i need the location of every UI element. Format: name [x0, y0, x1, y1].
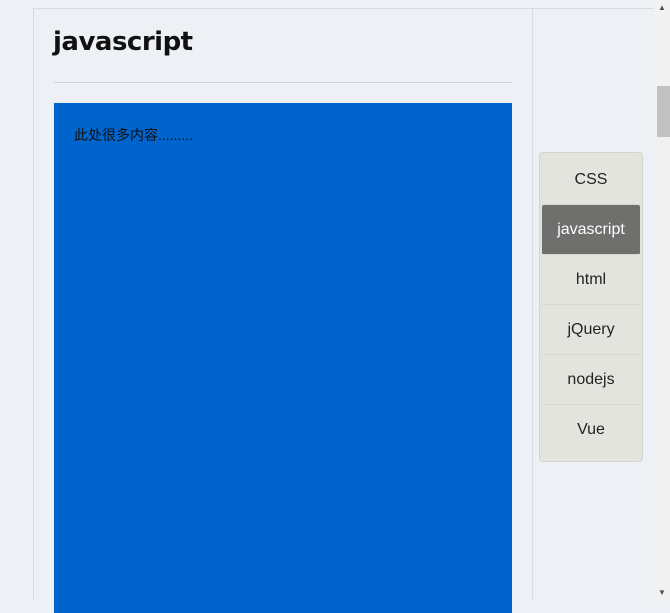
main-content: javascript 此处很多内容.........: [34, 9, 533, 613]
content-text: 此处很多内容.........: [74, 127, 194, 143]
left-gutter: [0, 8, 34, 601]
nav-item-html[interactable]: html: [542, 255, 640, 305]
nav-item-jquery[interactable]: jQuery: [542, 305, 640, 355]
nav-item-vue[interactable]: Vue: [542, 405, 640, 455]
top-border: [0, 0, 654, 9]
scroll-up-icon[interactable]: ▲: [654, 0, 670, 16]
title-divider: [54, 82, 512, 83]
nav-item-nodejs[interactable]: nodejs: [542, 355, 640, 405]
content-panel: 此处很多内容.........: [54, 103, 512, 613]
section-nav: CSS javascript html jQuery nodejs Vue: [539, 152, 643, 462]
nav-item-javascript[interactable]: javascript: [542, 205, 640, 255]
page-title: javascript: [53, 27, 193, 57]
nav-item-css[interactable]: CSS: [542, 155, 640, 205]
scroll-down-icon[interactable]: ▼: [654, 585, 670, 601]
scroll-thumb[interactable]: [657, 86, 670, 137]
vertical-scrollbar[interactable]: ▲ ▼: [654, 0, 670, 601]
